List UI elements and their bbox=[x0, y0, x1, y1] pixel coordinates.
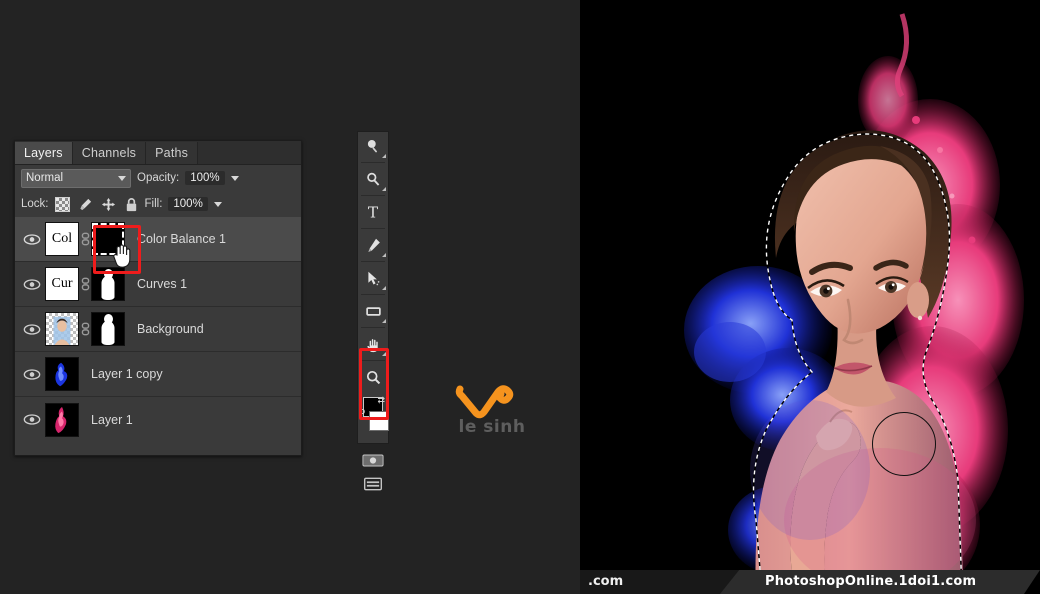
tool-flyout-triangle-icon bbox=[382, 319, 386, 323]
link-icon[interactable] bbox=[79, 232, 91, 246]
blend-opacity-row: Normal Opacity: 100% bbox=[15, 165, 301, 191]
divider bbox=[361, 261, 385, 262]
lock-all-icon[interactable] bbox=[124, 197, 139, 212]
layer-list: Col Color Balance 1 Cur Curves 1 Backgro… bbox=[15, 217, 301, 442]
blur-sharpen-icon[interactable] bbox=[358, 165, 388, 193]
tool-flyout-triangle-icon bbox=[382, 352, 386, 356]
layer-mask-thumbnail[interactable] bbox=[91, 222, 125, 256]
thumbnail-pink-ink-art bbox=[46, 403, 78, 436]
pen-icon[interactable] bbox=[358, 231, 388, 259]
tool-flyout-triangle-icon bbox=[382, 253, 386, 257]
dodge-burn-icon[interactable] bbox=[358, 132, 388, 160]
color-swatches: D ⇄ bbox=[358, 395, 389, 445]
watermark-logo: le sinh bbox=[452, 383, 532, 441]
thumbnail-portrait-art bbox=[53, 316, 71, 345]
opacity-value[interactable]: 100% bbox=[185, 171, 225, 185]
layer-thumbnail[interactable]: Col bbox=[45, 222, 79, 256]
layer-thumbnail[interactable] bbox=[45, 357, 79, 391]
mask-silhouette-shape bbox=[101, 276, 115, 300]
path-selection-icon[interactable] bbox=[358, 264, 388, 292]
layer-name: Background bbox=[137, 322, 204, 336]
opacity-chevron-down-icon[interactable] bbox=[230, 175, 239, 181]
thumbnail-blue-ink-art bbox=[46, 358, 78, 390]
blend-mode-select[interactable]: Normal bbox=[21, 168, 131, 188]
lock-icon-group bbox=[54, 196, 139, 212]
eye-icon[interactable] bbox=[19, 233, 45, 246]
type-icon[interactable]: T bbox=[358, 198, 388, 226]
layer-name: Color Balance 1 bbox=[137, 232, 226, 246]
shape-rectangle-icon[interactable] bbox=[358, 297, 388, 325]
layer-mask-thumbnail[interactable] bbox=[91, 312, 125, 346]
layer-thumbnail[interactable] bbox=[45, 312, 79, 346]
hand-icon[interactable] bbox=[358, 330, 388, 358]
table-row[interactable]: Layer 1 copy bbox=[15, 352, 301, 397]
watermark-logo-text: le sinh bbox=[458, 417, 526, 437]
bottom-bar-right: PhotoshopOnline.1doi1.com bbox=[720, 570, 1040, 594]
fill-chevron-down-icon[interactable] bbox=[213, 201, 222, 207]
table-row[interactable]: Cur Curves 1 bbox=[15, 262, 301, 307]
background-color-swatch[interactable] bbox=[369, 411, 389, 431]
lock-label: Lock: bbox=[21, 198, 49, 210]
layer-name: Layer 1 bbox=[91, 412, 133, 427]
divider bbox=[361, 195, 385, 196]
portrait-artwork bbox=[580, 0, 1040, 594]
layer-thumbnail[interactable] bbox=[45, 402, 79, 437]
eye-icon[interactable] bbox=[19, 413, 45, 426]
divider bbox=[361, 327, 385, 328]
lock-fill-row: Lock: Fill: 100% bbox=[15, 191, 301, 217]
quick-mask-icon[interactable] bbox=[358, 451, 388, 469]
tab-channels[interactable]: Channels bbox=[72, 142, 147, 164]
divider bbox=[361, 360, 385, 361]
blend-mode-value: Normal bbox=[26, 172, 64, 184]
move-icon[interactable] bbox=[101, 197, 116, 212]
tab-layers[interactable]: Layers bbox=[15, 142, 73, 164]
swap-colors-icon[interactable]: ⇄ bbox=[377, 395, 385, 406]
tab-paths[interactable]: Paths bbox=[146, 142, 199, 164]
opacity-label: Opacity: bbox=[137, 172, 180, 184]
bottom-bar-right-text: PhotoshopOnline.1doi1.com bbox=[765, 574, 977, 589]
mask-silhouette-shape bbox=[101, 321, 115, 345]
bottom-watermark-bar: .com PhotoshopOnline.1doi1.com bbox=[580, 570, 1040, 594]
zoom-icon[interactable] bbox=[358, 363, 388, 391]
tools-palette: T D ⇄ bbox=[357, 131, 389, 491]
reset-colors-label[interactable]: D bbox=[360, 409, 366, 416]
layer-name: Curves 1 bbox=[137, 277, 188, 291]
layers-panel: Layers Channels Paths Normal Opacity: 10… bbox=[14, 140, 302, 456]
chevron-down-icon bbox=[118, 175, 126, 181]
bottom-bar-left-text: .com bbox=[588, 574, 624, 589]
screen-mode-icon[interactable] bbox=[358, 475, 388, 493]
divider bbox=[361, 162, 385, 163]
tool-flyout-triangle-icon bbox=[382, 286, 386, 290]
canvas-image[interactable] bbox=[580, 0, 1040, 594]
link-icon[interactable] bbox=[79, 277, 91, 291]
layer-thumbnail-label: Col bbox=[46, 223, 78, 255]
eye-icon[interactable] bbox=[19, 278, 45, 291]
eye-icon[interactable] bbox=[19, 368, 45, 381]
divider bbox=[361, 294, 385, 295]
transparency-checker-icon[interactable] bbox=[54, 196, 70, 212]
brush-icon[interactable] bbox=[78, 197, 93, 212]
brush-cursor-circle bbox=[872, 412, 936, 476]
fill-label: Fill: bbox=[144, 198, 163, 210]
tool-flyout-triangle-icon bbox=[382, 187, 386, 191]
link-icon[interactable] bbox=[79, 322, 91, 336]
tool-flyout-triangle-icon bbox=[382, 154, 386, 158]
table-row[interactable]: Col Color Balance 1 bbox=[15, 217, 301, 262]
layer-thumbnail-label: Cur bbox=[46, 268, 78, 300]
svg-text:T: T bbox=[368, 203, 379, 221]
fill-value[interactable]: 100% bbox=[168, 197, 208, 211]
layer-thumbnail[interactable]: Cur bbox=[45, 267, 79, 301]
table-row[interactable]: Background bbox=[15, 307, 301, 352]
layer-mask-thumbnail[interactable] bbox=[91, 267, 125, 301]
eye-icon[interactable] bbox=[19, 323, 45, 336]
table-row[interactable]: Layer 1 bbox=[15, 397, 301, 442]
layer-name: Layer 1 copy bbox=[91, 367, 163, 381]
divider bbox=[361, 228, 385, 229]
panel-tab-bar: Layers Channels Paths bbox=[15, 141, 301, 165]
